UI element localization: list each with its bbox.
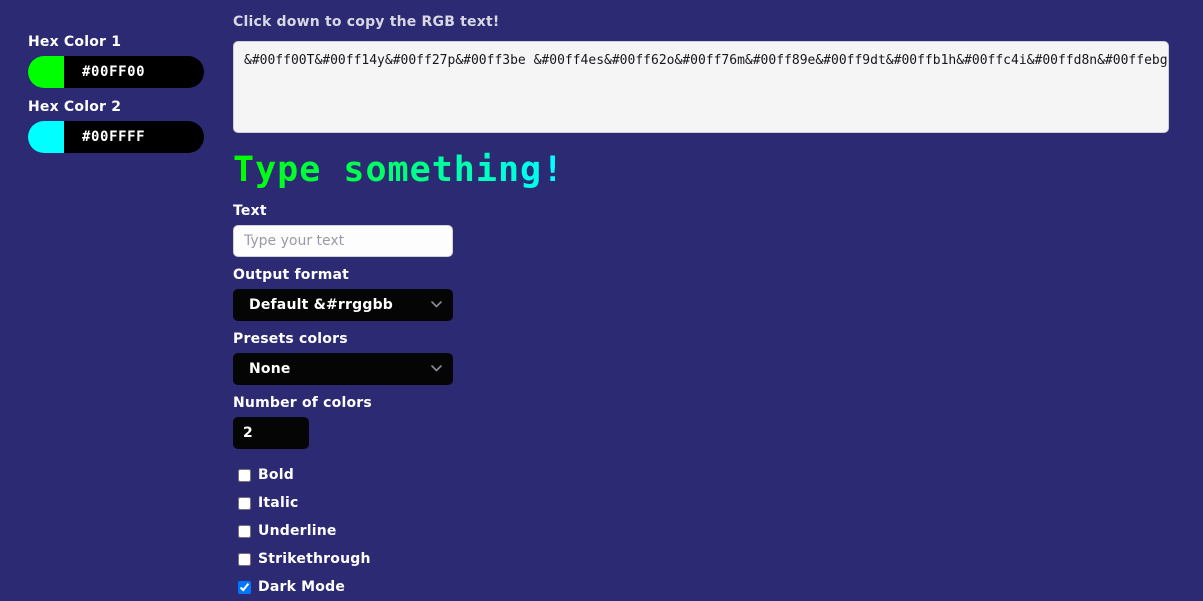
hex-color-2-label: Hex Color 2	[28, 99, 122, 115]
checkbox-underline[interactable]	[238, 524, 251, 538]
output-format-label: Output format	[233, 267, 350, 283]
preview-char: y	[255, 150, 278, 190]
preview-char: m	[387, 150, 410, 190]
search-input[interactable]	[233, 225, 453, 257]
number-of-colors-input[interactable]	[233, 417, 309, 449]
color-picker-panel: Hex Color 1 #00FF00 Hex Color 2 #00FFFF	[28, 33, 208, 155]
checkbox-row-strikethrough[interactable]: Strikethrough	[233, 545, 493, 573]
hex-color-2-swatch[interactable]	[28, 121, 64, 153]
checkbox-row-italic[interactable]: Italic	[233, 489, 493, 517]
hex-color-1-swatch[interactable]	[28, 56, 64, 88]
preview-char: p	[277, 150, 300, 190]
hex-color-1-picker[interactable]: #00FF00	[28, 56, 204, 88]
preview-char: h	[453, 150, 476, 190]
preview-char: i	[475, 150, 498, 190]
presets-colors-select-wrap: None	[233, 353, 453, 385]
hex-color-1-label: Hex Color 1	[28, 34, 122, 50]
presets-colors-select[interactable]: None	[233, 353, 453, 385]
preview-char: e	[409, 150, 432, 190]
preview-char: n	[497, 150, 521, 190]
hex-color-1-value: #00FF00	[82, 64, 146, 80]
main-content: Click down to copy the RGB text! Type so…	[233, 0, 1203, 595]
preview-char: o	[365, 150, 388, 190]
checkbox-label-strikethrough[interactable]: Strikethrough	[258, 551, 371, 567]
checkbox-row-bold[interactable]: Bold	[233, 461, 493, 489]
checkbox-italic[interactable]	[238, 496, 251, 510]
copy-hint-label: Click down to copy the RGB text!	[233, 14, 500, 30]
preview-char: e	[299, 150, 322, 190]
preview-char: !	[542, 150, 565, 190]
checkbox-label-dark-mode[interactable]: Dark Mode	[258, 579, 345, 595]
checkbox-label-italic[interactable]: Italic	[258, 495, 298, 511]
checkbox-row-underline[interactable]: Underline	[233, 517, 493, 545]
checkbox-dark-mode[interactable]	[238, 580, 251, 594]
text-field-label: Text	[233, 203, 267, 219]
preview-char: g	[520, 150, 543, 190]
preview-char: t	[431, 150, 454, 190]
checkbox-strikethrough[interactable]	[238, 552, 251, 566]
hex-color-2-value: #00FFFF	[82, 129, 146, 145]
checkbox-bold[interactable]	[238, 468, 251, 482]
preview-heading: Type something!	[233, 148, 564, 192]
number-of-colors-label: Number of colors	[233, 395, 372, 411]
checkbox-label-underline[interactable]: Underline	[258, 523, 337, 539]
style-options-group: Bold Italic Underline Strikethrough Dark Mod…	[233, 461, 493, 601]
settings-form: Text Output format Default &#rrggbb Pres…	[233, 202, 493, 601]
output-format-select[interactable]: Default &#rrggbb	[233, 289, 453, 321]
checkbox-row-dark-mode[interactable]: Dark Mode	[233, 573, 493, 601]
checkbox-label-bold[interactable]: Bold	[258, 467, 294, 483]
rgb-output-textarea[interactable]	[233, 41, 1169, 133]
preview-char	[321, 150, 343, 190]
preview-char: T	[233, 150, 256, 190]
preview-char: s	[343, 150, 366, 190]
output-format-select-wrap: Default &#rrggbb	[233, 289, 453, 321]
presets-colors-label: Presets colors	[233, 331, 348, 347]
hex-color-2-picker[interactable]: #00FFFF	[28, 121, 204, 153]
